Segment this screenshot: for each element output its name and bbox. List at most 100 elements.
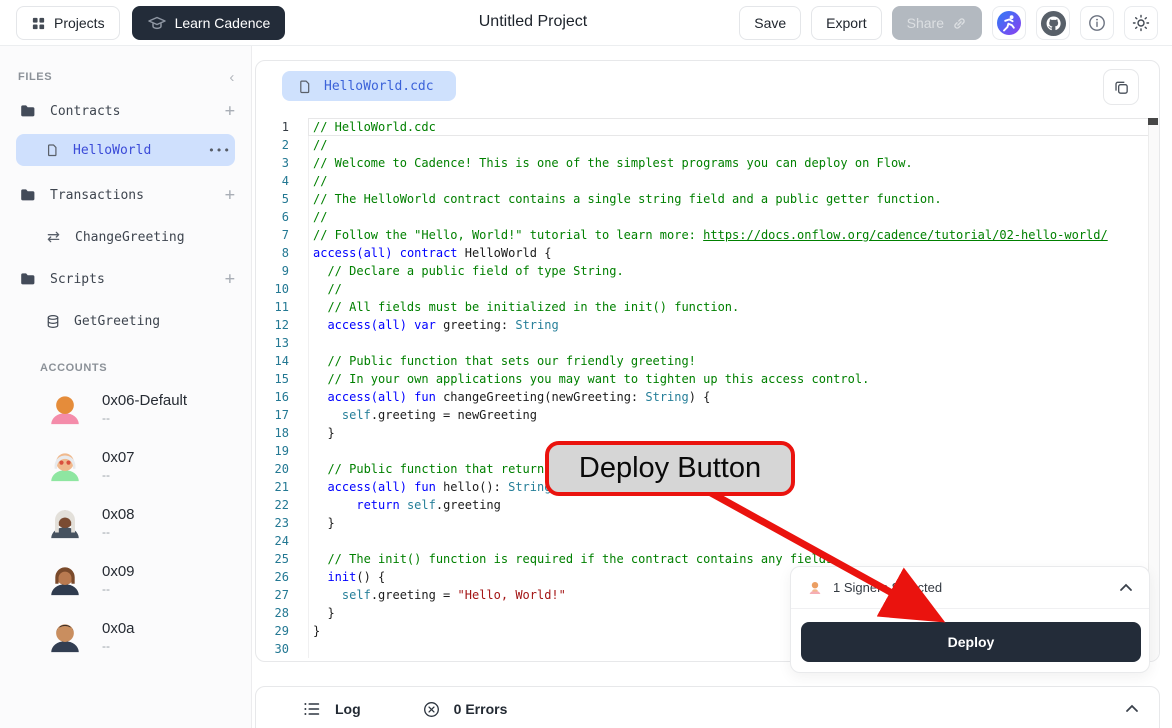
code-token: // In your own applications you may want…	[327, 372, 869, 386]
file-menu-button[interactable]: •••	[208, 144, 235, 157]
code-line-11[interactable]: 11 // All fields must be initialized in …	[256, 298, 1159, 316]
account-texts: 0x09--	[102, 563, 135, 596]
flow-runner-button[interactable]	[992, 6, 1026, 40]
log-tab-label[interactable]: Log	[335, 701, 361, 717]
code-token: init	[327, 570, 356, 584]
code-line-15[interactable]: 15 // In your own applications you may w…	[256, 370, 1159, 388]
page-title: Untitled Project	[479, 13, 588, 31]
deploy-button[interactable]: Deploy	[801, 622, 1141, 662]
code-line-16[interactable]: 16 access(all) fun changeGreeting(newGre…	[256, 388, 1159, 406]
export-button[interactable]: Export	[811, 6, 881, 40]
projects-button-label: Projects	[54, 15, 105, 31]
info-button[interactable]	[1080, 6, 1114, 40]
code-line-10[interactable]: 10 //	[256, 280, 1159, 298]
share-button[interactable]: Share	[892, 6, 982, 40]
account-0x08[interactable]: 0x08--	[46, 500, 235, 544]
code-line-3[interactable]: 3// Welcome to Cadence! This is one of t…	[256, 154, 1159, 172]
sidebar-item-changegreeting[interactable]: ChangeGreeting	[16, 224, 235, 250]
theme-toggle-button[interactable]	[1124, 6, 1158, 40]
code-token: contract	[400, 246, 458, 260]
top-bar: Projects Learn Cadence Untitled Project …	[0, 0, 1172, 46]
tab-helloworld-cdc[interactable]: HelloWorld.cdc	[282, 71, 456, 101]
learn-cadence-button[interactable]: Learn Cadence	[132, 6, 286, 40]
code-token: hello():	[436, 480, 508, 494]
signers-collapse-icon[interactable]	[1119, 583, 1133, 593]
code-token: access(all)	[327, 318, 406, 332]
code-token: // Follow the "Hello, World!" tutorial t…	[313, 228, 703, 242]
github-button[interactable]	[1036, 6, 1070, 40]
errors-circle-x-icon	[423, 701, 440, 718]
code-line-17[interactable]: 17 self.greeting = newGreeting	[256, 406, 1159, 424]
code-line-text: //	[308, 280, 1159, 298]
code-line-8[interactable]: 8access(all) contract HelloWorld {	[256, 244, 1159, 262]
code-link[interactable]: https://docs.onflow.org/cadence/tutorial…	[703, 228, 1108, 242]
code-line-23[interactable]: 23 }	[256, 514, 1159, 532]
line-number: 14	[256, 352, 308, 370]
code-line-2[interactable]: 2//	[256, 136, 1159, 154]
code-line-9[interactable]: 9 // Declare a public field of type Stri…	[256, 262, 1159, 280]
folder-contracts[interactable]: Contracts+	[0, 98, 251, 124]
add-file-button[interactable]: +	[225, 271, 235, 288]
account-0x07[interactable]: 0x07--	[46, 443, 235, 487]
code-token	[313, 354, 327, 368]
code-line-22[interactable]: 22 return self.greeting	[256, 496, 1159, 514]
folder-scripts[interactable]: Scripts+	[0, 266, 251, 292]
code-line-24[interactable]: 24	[256, 532, 1159, 550]
projects-button[interactable]: Projects	[16, 6, 120, 40]
line-number: 5	[256, 190, 308, 208]
flow-playground-app: Projects Learn Cadence Untitled Project …	[0, 0, 1172, 728]
learn-cadence-label: Learn Cadence	[175, 15, 271, 31]
save-button[interactable]: Save	[739, 6, 801, 40]
code-line-4[interactable]: 4//	[256, 172, 1159, 190]
add-file-button[interactable]: +	[225, 103, 235, 120]
code-line-1[interactable]: 1// HelloWorld.cdc	[256, 118, 1159, 136]
line-number: 30	[256, 640, 308, 658]
account-balance: --	[102, 582, 135, 596]
code-line-6[interactable]: 6//	[256, 208, 1159, 226]
line-number: 13	[256, 334, 308, 352]
account-address: 0x08	[102, 506, 135, 523]
code-line-7[interactable]: 7// Follow the "Hello, World!" tutorial …	[256, 226, 1159, 244]
code-line-13[interactable]: 13	[256, 334, 1159, 352]
account-address: 0x07	[102, 449, 135, 466]
account-balance: --	[102, 639, 135, 653]
code-token: self	[342, 408, 371, 422]
code-line-12[interactable]: 12 access(all) var greeting: String	[256, 316, 1159, 334]
line-number: 16	[256, 388, 308, 406]
code-line-text: // HelloWorld.cdc	[308, 118, 1159, 136]
flow-runner-icon	[996, 10, 1022, 36]
code-line-text	[308, 532, 1159, 550]
line-number: 18	[256, 424, 308, 442]
errors-count-label[interactable]: 0 Errors	[454, 701, 508, 717]
share-button-label: Share	[907, 15, 944, 31]
account-0x09[interactable]: 0x09--	[46, 557, 235, 601]
code-token: access(all)	[327, 480, 406, 494]
folder-label: Scripts	[50, 272, 225, 287]
code-token: ) {	[689, 390, 711, 404]
code-token: String	[515, 318, 558, 332]
add-file-button[interactable]: +	[225, 187, 235, 204]
signers-header[interactable]: 1 Signers Selected	[791, 567, 1149, 609]
collapse-sidebar-icon[interactable]: ‹	[229, 69, 235, 86]
code-line-5[interactable]: 5// The HelloWorld contract contains a s…	[256, 190, 1159, 208]
code-line-18[interactable]: 18 }	[256, 424, 1159, 442]
account-0x0a[interactable]: 0x0a--	[46, 614, 235, 658]
code-token: // Public function that sets our friendl…	[327, 354, 695, 368]
file-label: GetGreeting	[74, 314, 160, 329]
sidebar-item-getgreeting[interactable]: GetGreeting	[16, 308, 235, 334]
code-line-text: // Declare a public field of type String…	[308, 262, 1159, 280]
code-line-text: access(all) contract HelloWorld {	[308, 244, 1159, 262]
sidebar-item-helloworld[interactable]: HelloWorld•••	[16, 134, 235, 166]
folder-transactions[interactable]: Transactions+	[0, 182, 251, 208]
code-token	[313, 462, 327, 476]
code-line-text: //	[308, 172, 1159, 190]
log-collapse-icon[interactable]	[1125, 704, 1139, 714]
code-line-text: // Welcome to Cadence! This is one of th…	[308, 154, 1159, 172]
code-token: // The init() function is required if th…	[327, 552, 840, 566]
account-texts: 0x06-Default--	[102, 392, 187, 425]
account-0x06-default[interactable]: 0x06-Default--	[46, 386, 235, 430]
copy-code-button[interactable]	[1103, 69, 1139, 105]
line-number: 9	[256, 262, 308, 280]
code-line-14[interactable]: 14 // Public function that sets our frie…	[256, 352, 1159, 370]
editor-scrollbar-thumb[interactable]	[1148, 118, 1158, 125]
